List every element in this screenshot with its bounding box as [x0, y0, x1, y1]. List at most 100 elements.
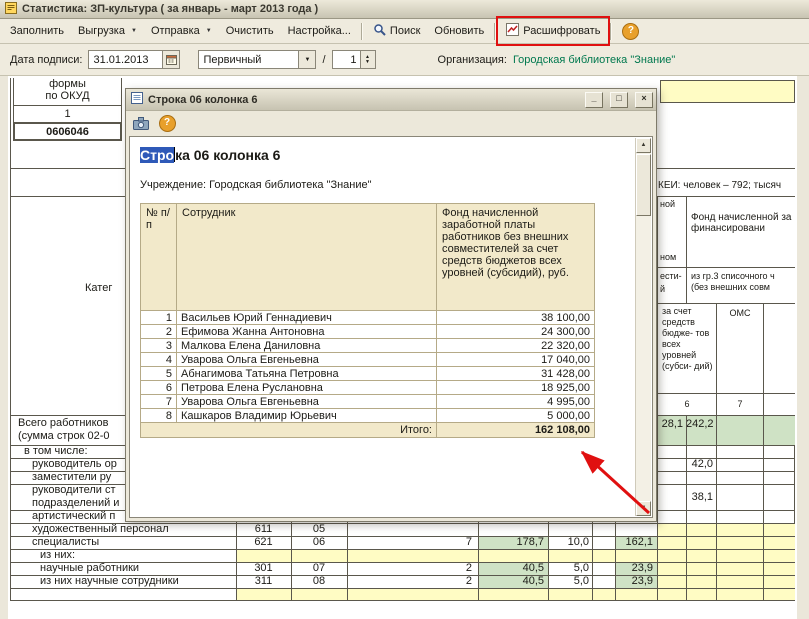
- row-code: 311: [236, 575, 291, 588]
- cell-value[interactable]: 38,1: [686, 484, 716, 510]
- total-value: 162 108,00: [437, 423, 595, 438]
- cell-value[interactable]: 178,7: [478, 536, 548, 549]
- window-title: Статистика: ЗП-культура ( за январь - ма…: [22, 3, 318, 15]
- calendar-icon[interactable]: [162, 51, 179, 68]
- send-button[interactable]: Отправка▼: [144, 22, 219, 40]
- cell-value[interactable]: 242,2: [686, 416, 716, 445]
- report-type-select[interactable]: Первичный ▼: [198, 50, 316, 69]
- refresh-button[interactable]: Обновить: [427, 22, 491, 40]
- employee-name: Уварова Ольга Евгеньевна: [177, 353, 437, 367]
- institution-line: Учреждение: Городская библиотека "Знание…: [140, 179, 652, 191]
- table-row[interactable]: 4Уварова Ольга Евгеньевна17 040,00: [141, 353, 595, 367]
- grid-line: [10, 523, 795, 524]
- correction-number-input[interactable]: 1 ▲▼: [332, 50, 376, 69]
- cell-value[interactable]: 40,5: [478, 575, 548, 588]
- help-icon: ?: [622, 23, 639, 40]
- grid-line: [657, 416, 658, 600]
- column-number-6: 6: [658, 394, 717, 415]
- settings-button[interactable]: Настройка...: [281, 22, 358, 40]
- dialog-help-button[interactable]: ?: [156, 113, 178, 133]
- employee-name: Кашкаров Владимир Юрьевич: [177, 409, 437, 423]
- cell-value[interactable]: 2: [347, 575, 478, 588]
- row-code: 301: [236, 562, 291, 575]
- employee-name: Уварова Ольга Евгеньевна: [177, 395, 437, 409]
- row-label: [10, 588, 236, 600]
- cell-value[interactable]: 40,5: [478, 562, 548, 575]
- grid-line: [763, 416, 764, 600]
- dialog-titlebar[interactable]: Строка 06 колонка 6 _ □ ×: [126, 89, 656, 111]
- window-titlebar[interactable]: Статистика: ЗП-культура ( за январь - ма…: [0, 0, 809, 19]
- table-row[interactable]: 2Ефимова Жанна Антоновна24 300,00: [141, 325, 595, 339]
- search-button[interactable]: Поиск: [366, 20, 427, 42]
- vertical-scrollbar[interactable]: ▲ ▼: [635, 138, 651, 516]
- right-header-block: ной ном Фонд начисленной за финансирован…: [657, 196, 795, 415]
- help-icon: ?: [159, 115, 176, 132]
- main-window: Статистика: ЗП-культура ( за январь - ма…: [0, 0, 809, 619]
- cell-value[interactable]: 2: [347, 562, 478, 575]
- organization-label: Организация:: [438, 54, 507, 66]
- grid-line: [686, 416, 687, 600]
- locked-cells-band: [657, 523, 795, 536]
- decode-button[interactable]: Расшифровать: [499, 20, 607, 42]
- dialog-content: Строка 06 колонка 6 Учреждение: Городска…: [129, 136, 653, 518]
- locked-cells-band: [657, 562, 795, 575]
- row-label: специалисты: [10, 536, 236, 549]
- detail-table: № п/п Сотрудник Фонд начисленной заработ…: [140, 203, 595, 438]
- row-label: из них научные сотрудники: [10, 575, 236, 588]
- table-row[interactable]: 6Петрова Елена Руслановна18 925,00: [141, 381, 595, 395]
- row-label: научные работники: [10, 562, 236, 575]
- fill-button[interactable]: Заполнить: [3, 22, 71, 40]
- row-code: 06: [291, 536, 347, 549]
- minimize-button[interactable]: _: [585, 92, 603, 108]
- cell-value[interactable]: 42,0: [686, 458, 716, 471]
- cell-value[interactable]: 28,1: [657, 416, 686, 445]
- sign-date-input[interactable]: 31.01.2013: [88, 50, 180, 69]
- cell-value[interactable]: 5,0: [548, 562, 592, 575]
- dialog-title: Строка 06 колонка 6: [148, 94, 578, 106]
- scroll-up-icon[interactable]: ▲: [636, 138, 651, 153]
- row-code: 621: [236, 536, 291, 549]
- table-row[interactable]: 5Абнагимова Татьяна Петровна31 428,00: [141, 367, 595, 381]
- cell-value[interactable]: 23,9: [615, 575, 657, 588]
- dialog-icon: [131, 92, 143, 107]
- cell-value[interactable]: 7: [347, 536, 478, 549]
- budget-column-header: за счет средств бюдже- тов всех уровней …: [658, 304, 717, 394]
- employee-name: Ефимова Жанна Антоновна: [177, 325, 437, 339]
- grid-line: [10, 562, 795, 563]
- oms-column-header: ОМС: [717, 304, 764, 394]
- report-icon: [5, 2, 17, 17]
- clear-button[interactable]: Очистить: [219, 22, 281, 40]
- maximize-button[interactable]: □: [610, 92, 628, 108]
- cell-value[interactable]: 162,1: [615, 536, 657, 549]
- spinner-icon[interactable]: ▲▼: [360, 51, 375, 68]
- chevron-down-icon[interactable]: ▼: [298, 51, 315, 68]
- close-button[interactable]: ×: [635, 92, 653, 108]
- table-row[interactable]: 8Кашкаров Владимир Юрьевич5 000,00: [141, 409, 595, 423]
- search-icon: [373, 23, 386, 39]
- organization-value[interactable]: Городская библиотека "Знание": [513, 54, 675, 66]
- table-row: из них научные сотрудники 311 08 2 40,5 …: [10, 575, 795, 588]
- help-button[interactable]: ?: [615, 20, 646, 43]
- table-row[interactable]: 1Васильев Юрий Геннадиевич38 100,00: [141, 311, 595, 325]
- col-header-num: № п/п: [141, 204, 177, 311]
- toolbar-separator: [361, 23, 363, 40]
- scroll-down-icon[interactable]: ▼: [636, 501, 651, 516]
- cell-value[interactable]: 5,0: [548, 575, 592, 588]
- toolbar-separator: [494, 23, 496, 40]
- decode-button-highlight-wrap: Расшифровать: [499, 20, 607, 42]
- employee-name: Малкова Елена Даниловна: [177, 339, 437, 353]
- table-row[interactable]: 3Малкова Елена Даниловна22 320,00: [141, 339, 595, 353]
- table-row[interactable]: 7Уварова Ольга Евгеньевна4 995,00: [141, 395, 595, 409]
- snapshot-button[interactable]: [130, 113, 152, 133]
- okud-header-cell: формыпо ОКУД: [13, 78, 122, 106]
- chevron-down-icon: ▼: [131, 28, 137, 34]
- codes-value-cell: [660, 80, 795, 103]
- cell-value[interactable]: 10,0: [548, 536, 592, 549]
- scrollbar-thumb[interactable]: [636, 154, 651, 216]
- grid-line: [716, 416, 717, 600]
- unload-button[interactable]: Выгрузка▼: [71, 22, 144, 40]
- chevron-down-icon: ▼: [206, 28, 212, 34]
- table-row: научные работники 301 07 2 40,5 5,0 23,9: [10, 562, 795, 575]
- cell-value[interactable]: 23,9: [615, 562, 657, 575]
- locked-cells-band: [236, 588, 795, 600]
